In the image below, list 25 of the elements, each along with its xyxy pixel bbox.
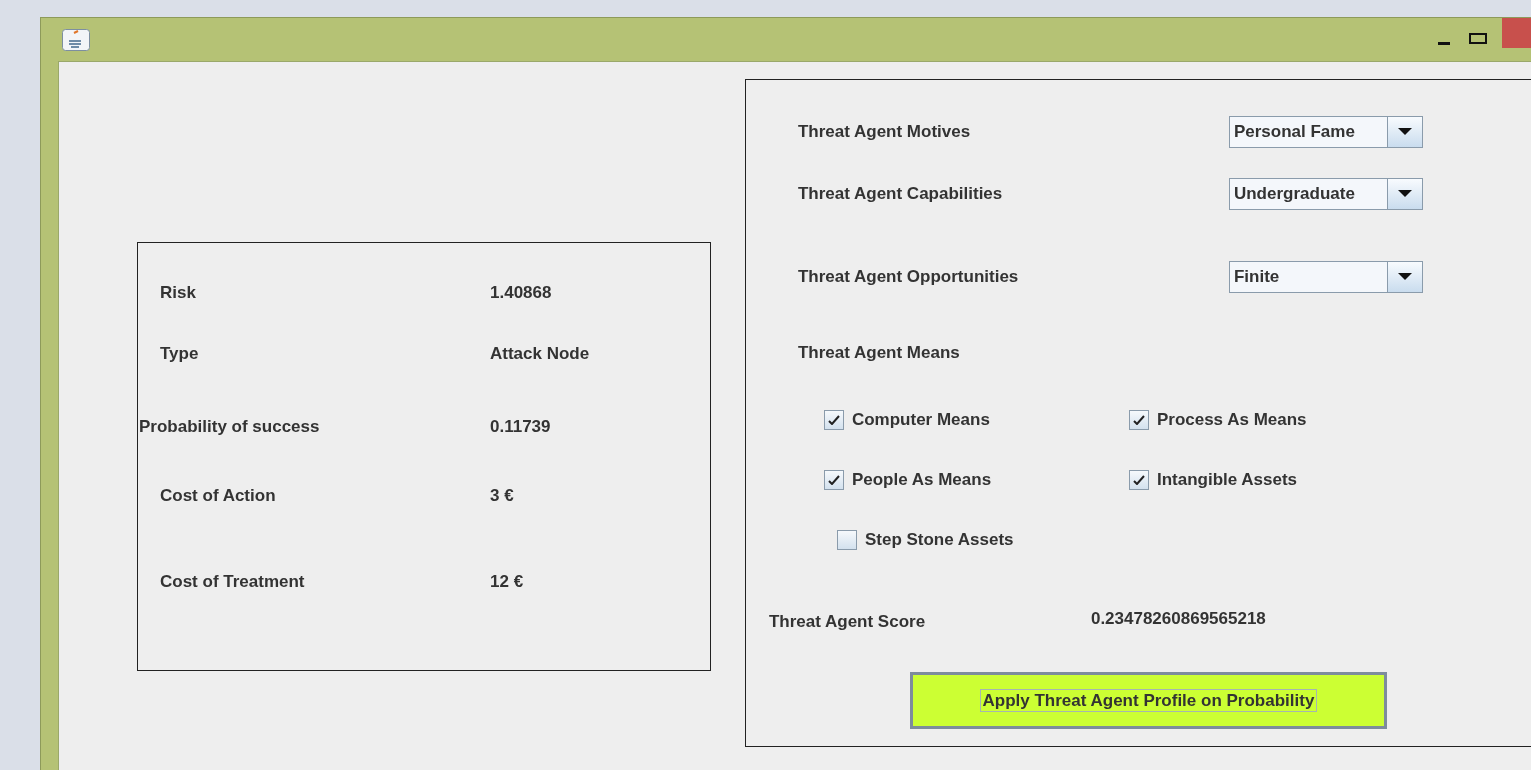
checkbox[interactable]: People As Means [823,465,1129,495]
detail-label: Probability of success [139,417,321,437]
detail-value: 12 € [490,572,524,592]
selector-label: Threat Agent Motives [797,122,972,142]
section-label: Threat Agent Means [797,343,960,363]
dropdown[interactable]: Finite [1228,261,1423,293]
selector-label: Threat Agent Capabilities [797,184,1004,204]
detail-label: Risk [160,283,197,303]
detail-value: Attack Node [490,344,590,364]
detail-label: Type [160,344,200,364]
checkbox[interactable]: Process As Means [1128,405,1429,435]
selector-label: Threat Agent Opportunities [797,267,1020,287]
checkbox[interactable]: Step Stone Assets [836,525,1129,555]
checkbox[interactable]: Intangible Assets [1128,465,1429,495]
score-value: 0.23478260869565218 [1090,609,1266,629]
detail-value: 0.11739 [490,417,551,437]
detail-label: Cost of Action [160,486,277,506]
detail-value: 3 € [490,486,514,506]
dropdown[interactable]: Personal Fame [1228,116,1423,148]
apply-button[interactable]: Apply Threat Agent Profile on Probability [909,672,1387,729]
dropdown[interactable]: Undergraduate [1228,178,1423,210]
score-label: Threat Agent Score [768,612,927,632]
detail-label: Cost of Treatment [160,572,306,592]
checkbox[interactable]: Computer Means [823,405,1129,435]
detail-value: 1.40868 [490,283,552,303]
